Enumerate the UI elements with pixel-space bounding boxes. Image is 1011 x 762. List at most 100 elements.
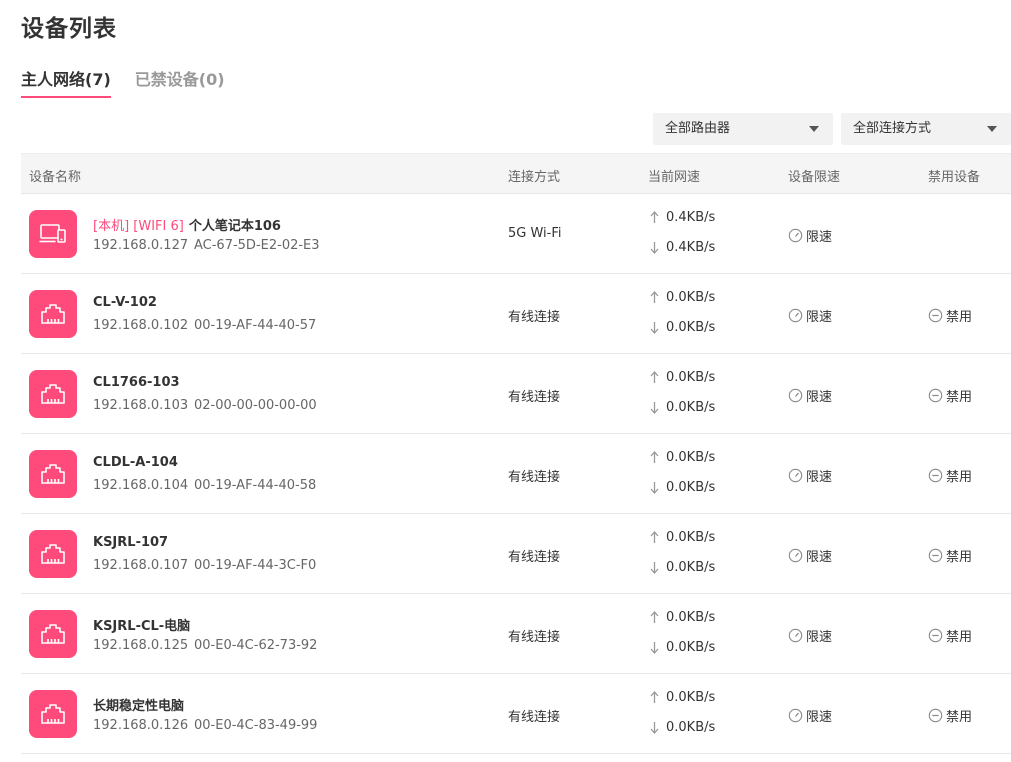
upload-speed-value: 0.0KB/s [666,370,716,385]
download-speed-value: 0.0KB/s [666,640,716,655]
upload-speed-value: 0.0KB/s [666,610,716,625]
device-ip: 192.168.0.125 [93,638,189,653]
upload-speed-value: 0.0KB/s [666,690,716,705]
device-tags: [本机] [WIFI 6] [93,219,184,234]
ban-icon [928,708,943,723]
download-speed: 0.0KB/s [650,400,715,415]
ban-device-button[interactable]: 禁用 [928,466,972,485]
caret-down-icon [809,126,819,132]
device-mac: 00-E0-4C-62-73-92 [194,638,318,653]
upload-arrow-icon [650,291,659,303]
tab-bar: 主人网络(7) 已禁设备(0) [21,66,249,98]
connection-filter-value: 全部连接方式 [853,121,932,136]
ethernet-port-icon [29,530,77,578]
device-name: [本机] [WIFI 6] 个人笔记本106 [93,215,281,234]
table-row: CL1766-103 192.168.0.103 02-00-00-00-00-00… [21,354,1011,434]
device-mac: 00-19-AF-44-40-58 [194,478,317,493]
column-header-speed: 当前网速 [648,170,701,185]
router-filter-value: 全部路由器 [665,121,731,136]
table-row: CLDL-A-104 192.168.0.104 00-19-AF-44-40-58… [21,434,1011,514]
upload-speed: 0.0KB/s [650,450,715,465]
device-mac: 00-19-AF-44-40-57 [194,318,317,333]
device-ip: 192.168.0.107 [93,558,189,573]
speed-limit-label: 限速 [806,230,833,245]
device-ip: 192.168.0.127 [93,238,189,253]
speed-limit-button[interactable]: 限速 [788,706,832,725]
connection-type: 有线连接 [508,630,561,645]
speed-limit-label: 限速 [806,630,833,645]
device-name-text: CL1766-103 [93,375,180,390]
speed-limit-label: 限速 [806,470,833,485]
laptop-phone-icon [29,210,77,258]
connection-type: 有线连接 [508,390,561,405]
speed-limit-label: 限速 [806,710,833,725]
connection-type: 有线连接 [508,310,561,325]
table-row: [本机] [WIFI 6] 个人笔记本106 192.168.0.127 AC-67-… [21,194,1011,274]
tab-banned-devices[interactable]: 已禁设备(0) [135,66,225,98]
page-title: 设备列表 [21,16,117,42]
device-ip: 192.168.0.104 [93,478,189,493]
download-speed-value: 0.0KB/s [666,480,716,495]
download-speed-value: 0.0KB/s [666,400,716,415]
speed-limit-button[interactable]: 限速 [788,546,832,565]
speed-limit-button[interactable]: 限速 [788,306,832,325]
speed-limit-button[interactable]: 限速 [788,466,832,485]
upload-arrow-icon [650,371,659,383]
ban-icon [928,628,943,643]
device-name: KSJRL-CL-电脑 [93,615,190,634]
speed-limit-button[interactable]: 限速 [788,386,832,405]
ban-device-button[interactable]: 禁用 [928,386,972,405]
ban-device-button[interactable]: 禁用 [928,626,972,645]
device-name-text: CLDL-A-104 [93,455,178,470]
device-name-text: 长期稳定性电脑 [93,699,185,714]
tab-main-network[interactable]: 主人网络(7) [21,66,111,98]
connection-type: 有线连接 [508,710,561,725]
ban-device-label: 禁用 [946,550,973,565]
download-arrow-icon [650,402,659,414]
device-name-text: KSJRL-CL-电脑 [93,619,191,634]
device-name: KSJRL-107 [93,535,168,550]
upload-speed: 0.0KB/s [650,290,715,305]
upload-arrow-icon [650,451,659,463]
speed-limit-button[interactable]: 限速 [788,226,832,245]
speed-limit-icon [788,308,803,323]
upload-speed: 0.0KB/s [650,690,715,705]
upload-arrow-icon [650,611,659,623]
ban-icon [928,468,943,483]
speed-limit-icon [788,548,803,563]
download-arrow-icon [650,242,659,254]
upload-arrow-icon [650,531,659,543]
download-speed: 0.4KB/s [650,240,715,255]
upload-speed: 0.0KB/s [650,610,715,625]
download-arrow-icon [650,562,659,574]
speed-limit-icon [788,628,803,643]
download-speed: 0.0KB/s [650,720,715,735]
upload-speed-value: 0.0KB/s [666,530,716,545]
table-row: KSJRL-107 192.168.0.107 00-19-AF-44-3C-F0 有… [21,514,1011,594]
router-filter-select[interactable]: 全部路由器 [653,113,833,145]
ban-device-button[interactable]: 禁用 [928,546,972,565]
upload-speed-value: 0.0KB/s [666,450,716,465]
device-mac: 00-E0-4C-83-49-99 [194,718,318,733]
table-row: KSJRL-CL-电脑 192.168.0.125 00-E0-4C-62-73-9… [21,594,1011,674]
speed-limit-button[interactable]: 限速 [788,626,832,645]
speed-limit-icon [788,708,803,723]
download-arrow-icon [650,722,659,734]
ban-device-button[interactable]: 禁用 [928,706,972,725]
download-speed-value: 0.0KB/s [666,560,716,575]
download-arrow-icon [650,322,659,334]
speed-limit-label: 限速 [806,390,833,405]
device-name-text: CL-V-102 [93,295,157,310]
device-name-text: 个人笔记本106 [188,219,281,234]
ban-icon [928,308,943,323]
ban-icon [928,388,943,403]
ban-icon [928,548,943,563]
column-header-limit: 设备限速 [788,170,841,185]
connection-type: 有线连接 [508,550,561,565]
ethernet-port-icon [29,370,77,418]
table-body: [本机] [WIFI 6] 个人笔记本106 192.168.0.127 AC-67-… [21,194,1011,754]
ethernet-port-icon [29,690,77,738]
connection-filter-select[interactable]: 全部连接方式 [841,113,1011,145]
ban-device-button[interactable]: 禁用 [928,306,972,325]
device-name: CL-V-102 [93,295,157,310]
